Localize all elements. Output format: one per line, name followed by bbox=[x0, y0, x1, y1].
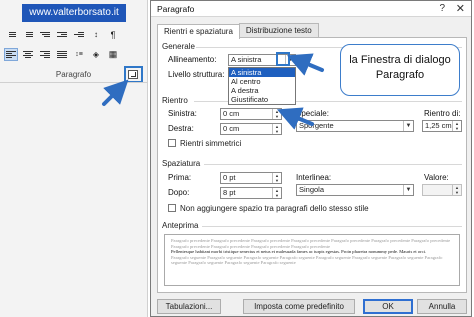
prima-input[interactable]: 0 pt ▲ ▼ bbox=[220, 172, 282, 184]
dialog-tabs: Rientri e spaziatura Distribuzione testo bbox=[157, 23, 319, 39]
borders-icon[interactable]: ▦ bbox=[106, 48, 120, 61]
spinner-icon[interactable]: ▲ ▼ bbox=[452, 185, 461, 195]
numbering-icon[interactable] bbox=[21, 28, 35, 41]
website-banner: www.valterborsato.it bbox=[22, 4, 126, 22]
preview-box: Paragrafo precedente Paragrafo precedent… bbox=[164, 234, 460, 286]
ribbon-panel: www.valterborsato.it ↕ ¶ ↕≡ ◈ ▦ Paragraf… bbox=[0, 0, 148, 317]
dropdown-option[interactable]: A sinistra bbox=[229, 68, 295, 77]
valore-input[interactable]: ▲ ▼ bbox=[422, 184, 462, 196]
dopo-input[interactable]: 8 pt ▲ ▼ bbox=[220, 187, 282, 199]
livello-struttura-label: Livello struttura: bbox=[168, 70, 225, 79]
justify-icon[interactable] bbox=[55, 48, 69, 61]
increase-indent-icon[interactable] bbox=[72, 28, 86, 41]
dropdown-highlight bbox=[276, 52, 290, 66]
imposta-predefinito-button[interactable]: Imposta come predefinito bbox=[243, 299, 355, 314]
valore-label: Valore: bbox=[424, 173, 449, 182]
launcher-highlight bbox=[124, 66, 143, 83]
preview-previous-paragraph: Paragrafo precedente Paragrafo precedent… bbox=[171, 238, 451, 249]
spinner-icon[interactable]: ▲ ▼ bbox=[272, 188, 281, 198]
close-icon[interactable]: ✕ bbox=[456, 2, 465, 15]
dopo-label: Dopo: bbox=[168, 188, 190, 197]
interlinea-select[interactable]: Singola ▼ bbox=[296, 184, 414, 196]
dropdown-option[interactable]: A destra bbox=[229, 86, 295, 95]
tab-distribuzione-testo[interactable]: Distribuzione testo bbox=[238, 23, 319, 37]
spinner-icon[interactable]: ▲ ▼ bbox=[272, 109, 281, 119]
prima-label: Prima: bbox=[168, 173, 192, 182]
tab-rientri-spaziatura[interactable]: Rientri e spaziatura bbox=[157, 24, 240, 39]
spinner-icon[interactable]: ▲ ▼ bbox=[272, 124, 281, 134]
bullets-icon[interactable] bbox=[4, 28, 18, 41]
spinner-icon[interactable]: ▲ ▼ bbox=[452, 121, 461, 131]
speciale-label: Speciale: bbox=[296, 109, 329, 118]
section-generale: Generale bbox=[162, 42, 195, 51]
dialog-titlebar: Paragrafo ? ✕ bbox=[151, 1, 471, 17]
section-anteprima: Anteprima bbox=[162, 221, 199, 230]
help-icon[interactable]: ? bbox=[439, 3, 445, 14]
section-divider bbox=[204, 164, 462, 165]
dialog-title: Paragrafo bbox=[157, 4, 195, 14]
tabulazioni-button[interactable]: Tabulazioni... bbox=[157, 299, 221, 314]
show-marks-icon[interactable]: ¶ bbox=[106, 28, 120, 41]
ribbon-row-lists: ↕ ¶ bbox=[4, 28, 120, 41]
dialog-button-bar: Tabulazioni... Imposta come predefinito … bbox=[157, 299, 467, 315]
rientri-simmetrici-checkbox[interactable] bbox=[168, 139, 176, 147]
annotation-callout: la Finestra di dialogo Paragrafo bbox=[340, 44, 460, 96]
sort-icon[interactable]: ↕ bbox=[89, 28, 103, 41]
chevron-down-icon[interactable]: ▼ bbox=[403, 121, 413, 131]
ribbon-row-alignment: ↕≡ ◈ ▦ bbox=[4, 48, 120, 61]
spinner-icon[interactable]: ▲ ▼ bbox=[272, 173, 281, 183]
section-rientro: Rientro bbox=[162, 96, 188, 105]
multilevel-list-icon[interactable] bbox=[38, 28, 52, 41]
non-aggiungere-checkbox[interactable] bbox=[168, 204, 176, 212]
callout-line-2: Paragrafo bbox=[375, 69, 425, 81]
ok-button[interactable]: OK bbox=[363, 299, 413, 314]
sinistra-label: Sinistra: bbox=[168, 109, 197, 118]
rientro-di-input[interactable]: 1,25 cm ▲ ▼ bbox=[422, 120, 462, 132]
ribbon-separator bbox=[0, 82, 147, 83]
annulla-button[interactable]: Annulla bbox=[417, 299, 467, 314]
non-aggiungere-label: Non aggiungere spazio tra paragrafi dell… bbox=[180, 204, 369, 213]
allineamento-dropdown-list: A sinistra Al centro A destra Giustifica… bbox=[228, 67, 296, 105]
align-center-icon[interactable] bbox=[21, 48, 35, 61]
preview-current-paragraph: Pellentesque habitant morbi tristique se… bbox=[171, 249, 427, 255]
section-spaziatura: Spaziatura bbox=[162, 159, 201, 168]
dropdown-option[interactable]: Al centro bbox=[229, 77, 295, 86]
speciale-select[interactable]: Sporgente ▼ bbox=[296, 120, 414, 132]
dropdown-option[interactable]: Giustificato bbox=[229, 95, 295, 104]
allineamento-label: Allineamento: bbox=[168, 55, 217, 64]
sinistra-input[interactable]: 0 cm ▲ ▼ bbox=[220, 108, 282, 120]
preview-next-paragraph: Paragrafo seguente Paragrafo seguente Pa… bbox=[171, 254, 443, 266]
chevron-down-icon[interactable]: ▼ bbox=[403, 185, 413, 195]
align-right-icon[interactable] bbox=[38, 48, 52, 61]
destra-input[interactable]: 0 cm ▲ ▼ bbox=[220, 123, 282, 135]
decrease-indent-icon[interactable] bbox=[55, 28, 69, 41]
shading-icon[interactable]: ◈ bbox=[89, 48, 103, 61]
section-divider bbox=[202, 226, 462, 227]
rientri-simmetrici-label: Rientri simmetrici bbox=[180, 139, 242, 148]
line-spacing-icon[interactable]: ↕≡ bbox=[72, 48, 86, 61]
interlinea-label: Interlinea: bbox=[296, 173, 332, 182]
destra-label: Destra: bbox=[168, 124, 194, 133]
callout-line-1: la Finestra di dialogo bbox=[349, 54, 451, 66]
align-left-icon[interactable] bbox=[4, 48, 18, 61]
rientro-di-label: Rientro di: bbox=[424, 109, 461, 118]
